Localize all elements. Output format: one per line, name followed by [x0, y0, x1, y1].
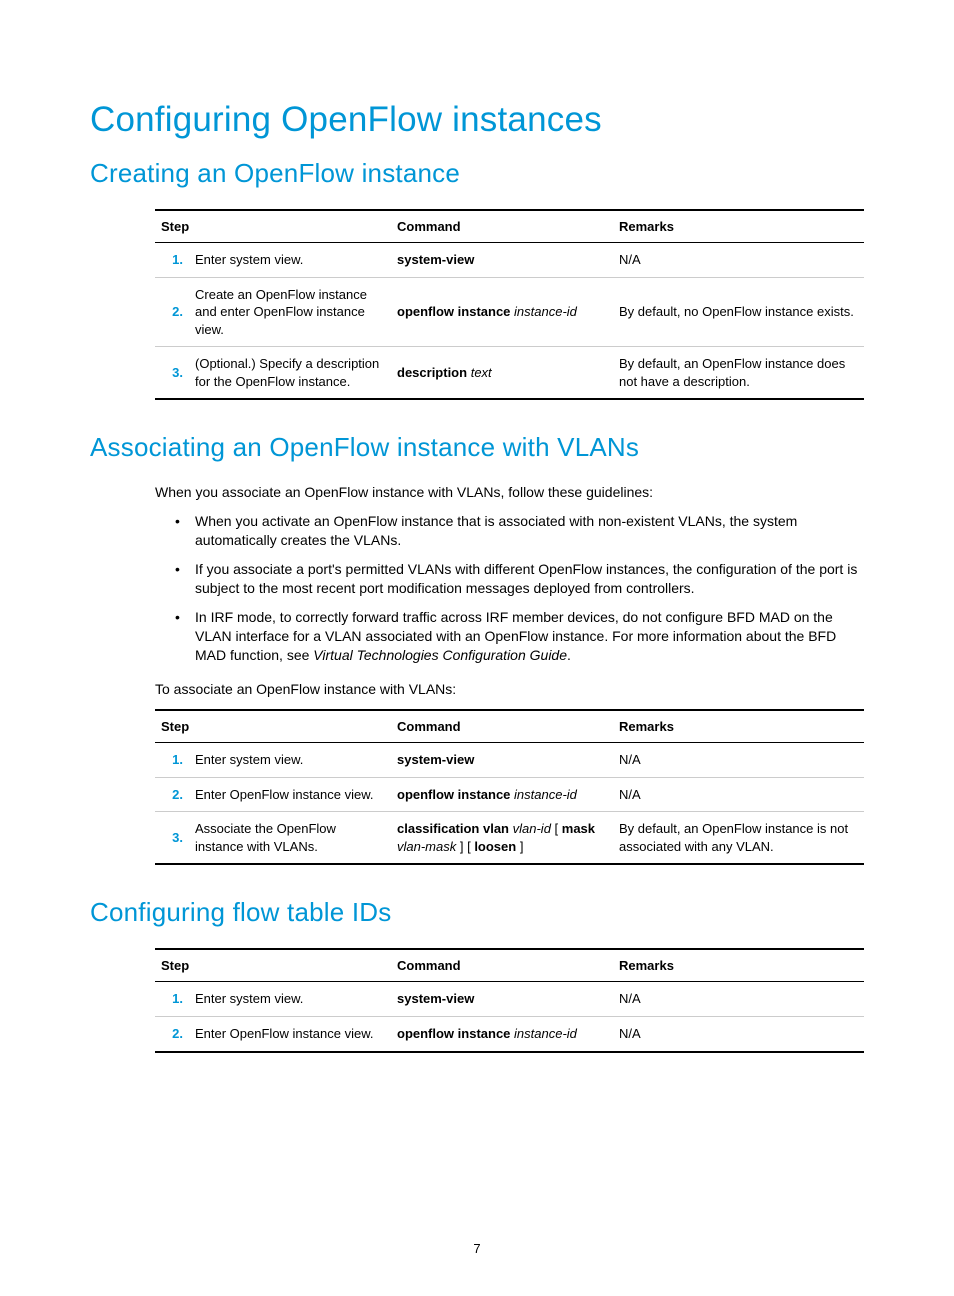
step-number: 2. — [155, 777, 189, 812]
step-desc: Enter OpenFlow instance view. — [189, 1017, 391, 1052]
step-number: 1. — [155, 743, 189, 778]
th-remarks: Remarks — [613, 949, 864, 982]
step-remarks: By default, an OpenFlow instance is not … — [613, 812, 864, 865]
table-row: 1. Enter system view. system-view N/A — [155, 743, 864, 778]
step-remarks: N/A — [613, 243, 864, 278]
paragraph: To associate an OpenFlow instance with V… — [155, 680, 864, 699]
step-remarks: By default, an OpenFlow instance does no… — [613, 347, 864, 400]
table-row: 1. Enter system view. system-view N/A — [155, 982, 864, 1017]
step-command: classification vlan vlan-id [ mask vlan-… — [391, 812, 613, 865]
bullet-list: When you activate an OpenFlow instance t… — [155, 512, 864, 664]
section-associating-body: When you associate an OpenFlow instance … — [155, 483, 864, 865]
cmd-bold: description — [397, 365, 467, 380]
th-step: Step — [155, 210, 391, 243]
th-command: Command — [391, 710, 613, 743]
cmd-italic: text — [471, 365, 492, 380]
step-number: 2. — [155, 1017, 189, 1052]
list-item: If you associate a port's permitted VLAN… — [195, 560, 864, 598]
section-creating-body: Step Command Remarks 1. Enter system vie… — [155, 209, 864, 400]
step-remarks: N/A — [613, 982, 864, 1017]
table-row: 2. Create an OpenFlow instance and enter… — [155, 277, 864, 347]
th-command: Command — [391, 949, 613, 982]
table-row: 1. Enter system view. system-view N/A — [155, 243, 864, 278]
step-number: 2. — [155, 277, 189, 347]
step-remarks: N/A — [613, 777, 864, 812]
th-remarks: Remarks — [613, 710, 864, 743]
table-row: 2. Enter OpenFlow instance view. openflo… — [155, 777, 864, 812]
step-desc: Create an OpenFlow instance and enter Op… — [189, 277, 391, 347]
step-command: openflow instance instance-id — [391, 777, 613, 812]
table-associating: Step Command Remarks 1. Enter system vie… — [155, 709, 864, 865]
paragraph: When you associate an OpenFlow instance … — [155, 483, 864, 502]
table-creating: Step Command Remarks 1. Enter system vie… — [155, 209, 864, 400]
heading-2-creating: Creating an OpenFlow instance — [90, 158, 864, 189]
heading-2-associating: Associating an OpenFlow instance with VL… — [90, 432, 864, 463]
step-desc: (Optional.) Specify a description for th… — [189, 347, 391, 400]
step-number: 3. — [155, 812, 189, 865]
cmd-bold: system-view — [397, 252, 474, 267]
step-remarks: By default, no OpenFlow instance exists. — [613, 277, 864, 347]
th-step: Step — [155, 949, 391, 982]
step-command: openflow instance instance-id — [391, 1017, 613, 1052]
section-flowtable-body: Step Command Remarks 1. Enter system vie… — [155, 948, 864, 1052]
heading-2-flowtable: Configuring flow table IDs — [90, 897, 864, 928]
step-desc: Enter system view. — [189, 243, 391, 278]
step-number: 3. — [155, 347, 189, 400]
step-remarks: N/A — [613, 1017, 864, 1052]
step-number: 1. — [155, 982, 189, 1017]
step-command: system-view — [391, 982, 613, 1017]
step-command: description text — [391, 347, 613, 400]
step-desc: Associate the OpenFlow instance with VLA… — [189, 812, 391, 865]
step-command: system-view — [391, 243, 613, 278]
page-number: 7 — [0, 1241, 954, 1256]
step-command: openflow instance instance-id — [391, 277, 613, 347]
step-desc: Enter system view. — [189, 982, 391, 1017]
step-command: system-view — [391, 743, 613, 778]
step-number: 1. — [155, 243, 189, 278]
th-step: Step — [155, 710, 391, 743]
table-row: 3. Associate the OpenFlow instance with … — [155, 812, 864, 865]
page: Configuring OpenFlow instances Creating … — [0, 0, 954, 1296]
list-item: When you activate an OpenFlow instance t… — [195, 512, 864, 550]
cmd-italic: instance-id — [514, 304, 577, 319]
step-desc: Enter system view. — [189, 743, 391, 778]
step-desc: Enter OpenFlow instance view. — [189, 777, 391, 812]
heading-1: Configuring OpenFlow instances — [90, 100, 864, 140]
th-command: Command — [391, 210, 613, 243]
step-remarks: N/A — [613, 743, 864, 778]
cmd-bold: openflow instance — [397, 304, 510, 319]
table-flowtable: Step Command Remarks 1. Enter system vie… — [155, 948, 864, 1052]
table-row: 2. Enter OpenFlow instance view. openflo… — [155, 1017, 864, 1052]
list-item: In IRF mode, to correctly forward traffi… — [195, 608, 864, 665]
th-remarks: Remarks — [613, 210, 864, 243]
table-row: 3. (Optional.) Specify a description for… — [155, 347, 864, 400]
